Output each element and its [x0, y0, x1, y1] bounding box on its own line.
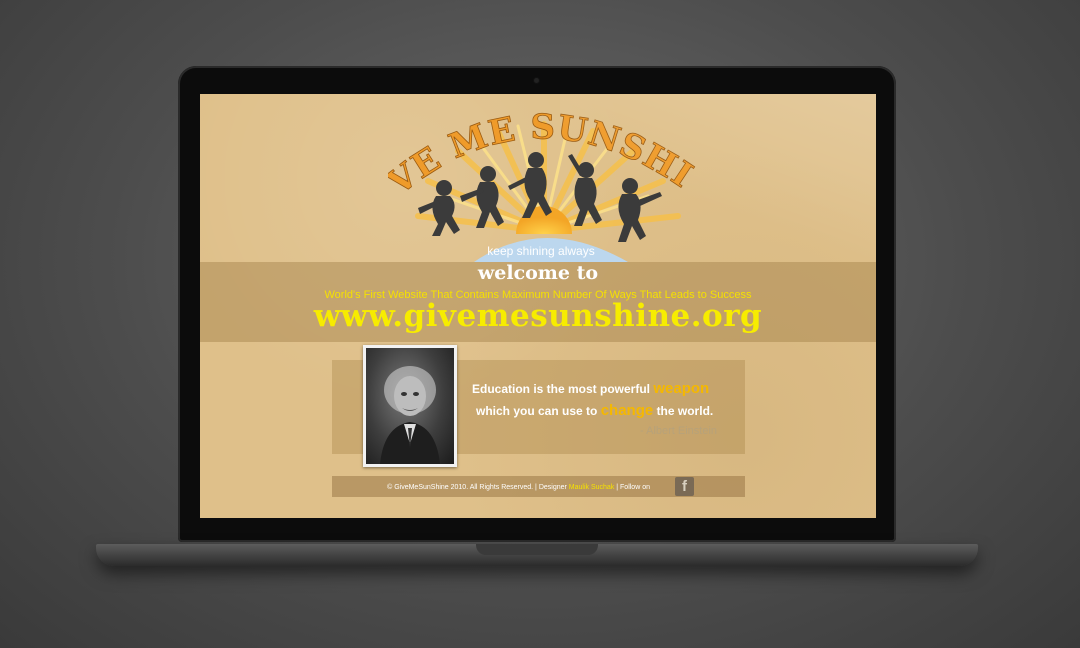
laptop-base-notch [476, 544, 598, 555]
camera-dot [534, 78, 539, 83]
quote-line-1-text: Education is the most powerful [472, 382, 651, 396]
quote-keyword-weapon: weapon [653, 380, 710, 397]
site-url-link[interactable]: www.givemesunshine.org [200, 298, 876, 334]
footer-follow-label: | Follow on [616, 484, 650, 491]
einstein-photo [363, 345, 457, 467]
website-screen: GIVE ME SUNSHINE keep shining always wel… [200, 94, 876, 518]
logo-tagline: keep shining always [487, 244, 595, 258]
quote-line-2-suffix: the world. [656, 404, 714, 418]
quote-line-2-text: which you can use to [476, 404, 598, 418]
quote-keyword-change: change [600, 402, 654, 419]
facebook-icon[interactable]: f [675, 477, 694, 496]
portrait-icon [380, 366, 440, 464]
quote-line-1: Education is the most powerful weapon [472, 380, 709, 397]
footer-copyright: © GiveMeSunShine 2010. All Rights Reserv… [387, 484, 567, 491]
welcome-heading: welcome to [477, 262, 599, 284]
footer-text: © GiveMeSunShine 2010. All Rights Reserv… [332, 484, 650, 491]
designer-link[interactable]: Maulik Suchak [569, 484, 615, 491]
quote-line-2: which you can use to change the world. [476, 402, 713, 419]
site-logo[interactable]: GIVE ME SUNSHINE [388, 96, 700, 262]
quote-author: - Albert Einstein [640, 425, 718, 437]
